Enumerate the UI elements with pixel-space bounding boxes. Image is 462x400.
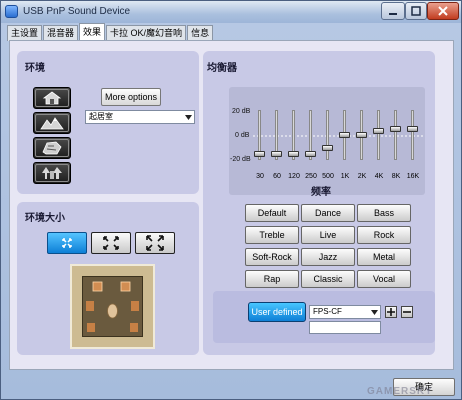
preset-classic-button[interactable]: Classic bbox=[301, 270, 355, 288]
environment-dropdown[interactable]: 起居室 bbox=[85, 110, 195, 124]
mountain-icon bbox=[40, 117, 64, 130]
room-preview-icon bbox=[82, 276, 143, 337]
minimize-icon bbox=[389, 13, 397, 15]
preset-vocal-button[interactable]: Vocal bbox=[357, 270, 411, 288]
plus-icon bbox=[387, 308, 395, 316]
remove-preset-button[interactable] bbox=[401, 306, 413, 318]
living-room-icon bbox=[42, 91, 62, 105]
tab-mixer[interactable]: 混音器 bbox=[43, 25, 79, 41]
eq-slider-thumb-8K[interactable] bbox=[390, 125, 401, 132]
eq-slider-track-8K[interactable] bbox=[394, 110, 397, 160]
tab-main-settings[interactable]: 主设置 bbox=[7, 25, 43, 41]
small-room-arrows-icon bbox=[62, 238, 72, 248]
environment-size-title: 环境大小 bbox=[25, 213, 65, 224]
preset-dance-button[interactable]: Dance bbox=[301, 204, 355, 222]
preset-default-button[interactable]: Default bbox=[245, 204, 299, 222]
close-button[interactable] bbox=[427, 2, 459, 20]
preset-soft-rock-button[interactable]: Soft-Rock bbox=[245, 248, 299, 266]
chevron-down-icon bbox=[182, 111, 194, 123]
watermark: GAMERSKY bbox=[367, 386, 433, 397]
minimize-button[interactable] bbox=[381, 2, 405, 20]
tab-info[interactable]: 信息 bbox=[187, 25, 214, 41]
tab-karaoke[interactable]: 卡拉 OK/魔幻音响 bbox=[106, 25, 187, 41]
eq-freq-label: 16K bbox=[406, 173, 420, 180]
env-stone-button[interactable] bbox=[33, 137, 71, 159]
large-room-arrows-icon bbox=[146, 235, 164, 251]
stone-icon bbox=[42, 141, 62, 155]
eq-slider-thumb-2K[interactable] bbox=[356, 132, 367, 138]
more-options-button[interactable]: More options bbox=[101, 88, 161, 106]
minus-icon bbox=[403, 311, 411, 313]
env-forest-button[interactable] bbox=[33, 162, 71, 184]
eq-slider-track-500[interactable] bbox=[326, 110, 329, 160]
tab-effects[interactable]: 效果 bbox=[79, 23, 106, 41]
env-size-small-button[interactable] bbox=[47, 232, 87, 254]
environment-title: 环境 bbox=[25, 63, 45, 74]
medium-room-arrows-icon bbox=[103, 236, 119, 250]
user-preset-name-input[interactable] bbox=[309, 321, 381, 334]
environment-dropdown-value: 起居室 bbox=[89, 112, 113, 121]
env-mountain-button[interactable] bbox=[33, 112, 71, 134]
maximize-button[interactable] bbox=[405, 2, 427, 20]
env-living-room-button[interactable] bbox=[33, 87, 71, 109]
sound-device-window: USB PnP Sound Device 主设置 混音器 效果 卡拉 OK/魔幻… bbox=[0, 0, 462, 400]
db-label-bottom: -20 dB bbox=[230, 156, 251, 163]
tab-bar: 主设置 混音器 效果 卡拉 OK/魔幻音响 信息 bbox=[7, 23, 214, 41]
eq-slider-thumb-30[interactable] bbox=[254, 150, 265, 157]
frequency-title: 频率 bbox=[311, 187, 331, 198]
db-label-top: 20 dB bbox=[232, 108, 251, 115]
preset-metal-button[interactable]: Metal bbox=[357, 248, 411, 266]
preset-rock-button[interactable]: Rock bbox=[357, 226, 411, 244]
eq-slider-thumb-16K[interactable] bbox=[407, 125, 418, 132]
window-title: USB PnP Sound Device bbox=[23, 6, 131, 17]
forest-icon bbox=[42, 167, 62, 179]
user-defined-button[interactable]: User defined bbox=[248, 302, 306, 322]
eq-slider-thumb-500[interactable] bbox=[322, 144, 333, 151]
env-size-large-button[interactable] bbox=[135, 232, 175, 254]
eq-slider-thumb-1K[interactable] bbox=[339, 132, 350, 138]
user-preset-dropdown[interactable]: FPS-CF bbox=[309, 305, 381, 319]
db-label-mid: 0 dB bbox=[235, 132, 250, 139]
preset-rap-button[interactable]: Rap bbox=[245, 270, 299, 288]
eq-slider-thumb-4K[interactable] bbox=[373, 128, 384, 135]
eq-slider-track-16K[interactable] bbox=[411, 110, 414, 160]
preset-treble-button[interactable]: Treble bbox=[245, 226, 299, 244]
eq-slider-thumb-120[interactable] bbox=[288, 150, 299, 157]
title-bar[interactable]: USB PnP Sound Device bbox=[1, 1, 461, 23]
eq-slider-track-4K[interactable] bbox=[377, 110, 380, 160]
maximize-icon bbox=[411, 6, 421, 16]
eq-slider-thumb-250[interactable] bbox=[305, 150, 316, 157]
close-icon bbox=[438, 6, 448, 16]
equalizer-title: 均衡器 bbox=[207, 63, 237, 74]
preset-live-button[interactable]: Live bbox=[301, 226, 355, 244]
add-preset-button[interactable] bbox=[385, 306, 397, 318]
user-preset-dropdown-value: FPS-CF bbox=[313, 307, 342, 316]
eq-slider-thumb-60[interactable] bbox=[271, 150, 282, 157]
zero-db-line bbox=[253, 135, 423, 137]
app-icon bbox=[5, 5, 18, 18]
preset-jazz-button[interactable]: Jazz bbox=[301, 248, 355, 266]
env-size-medium-button[interactable] bbox=[91, 232, 131, 254]
room-preview bbox=[70, 264, 155, 349]
preset-bass-button[interactable]: Bass bbox=[357, 204, 411, 222]
chevron-down-icon bbox=[368, 306, 380, 318]
